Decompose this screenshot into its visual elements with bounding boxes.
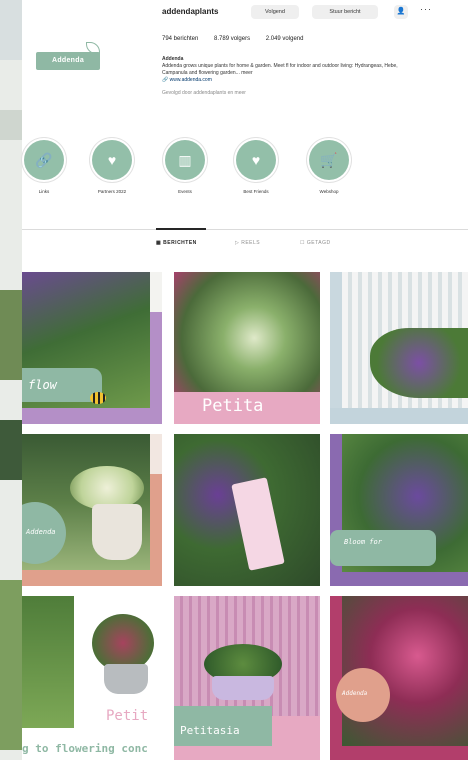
heart-icon: ♥ [251, 152, 261, 168]
post-accent [22, 570, 162, 586]
highlight-label: Partners 2022 [97, 189, 127, 194]
post-tile[interactable]: Petita [174, 272, 320, 424]
more-options-button[interactable]: ··· [420, 4, 432, 14]
story-highlights: 🔗 Links ♥ Partners 2022 ▥ Events ♥ Best … [22, 130, 468, 204]
post-tile[interactable]: Bloom for [330, 434, 468, 586]
post-overlay-text: flow [28, 378, 57, 392]
bee-icon [90, 392, 106, 404]
heart-icon: ♥ [107, 152, 117, 168]
highlight-label: Events [178, 189, 192, 194]
post-tile[interactable]: Petitasia [174, 596, 320, 760]
post-tile[interactable] [330, 272, 468, 424]
username: addendaplants [162, 7, 219, 16]
followed-by-text[interactable]: Gevolgd door addendaplants en meer [162, 90, 462, 97]
post-plant [370, 328, 468, 398]
tag-icon: ☐ [300, 240, 307, 246]
post-pot [92, 504, 142, 560]
bio-name: Addenda [162, 56, 184, 62]
post-accent [330, 408, 468, 424]
avatar-logo-text: Addenda [36, 52, 100, 70]
post-overlay-text: Bloom for [344, 538, 382, 546]
post-photo [22, 596, 74, 728]
posts-grid: flow Petita Addenda Bloom for Petit Peti… [22, 262, 468, 760]
post-tile[interactable]: Addenda [22, 434, 162, 586]
highlight-links[interactable]: 🔗 Links [14, 140, 74, 194]
message-button[interactable]: Stuur bericht [312, 5, 378, 19]
tab-active-indicator [156, 228, 206, 230]
post-label-box [330, 530, 436, 566]
post-overlay-text: Petit [106, 708, 149, 724]
post-pot [212, 676, 274, 700]
tab-tagged[interactable]: ☐ GETAGD [300, 240, 331, 246]
following-count[interactable]: 2.049 volgend [266, 36, 304, 42]
chart-icon: ▥ [178, 152, 192, 168]
bio-link[interactable]: 🔗 www.addenda.com [162, 77, 462, 84]
highlight-label: Webshop [319, 189, 339, 194]
add-user-icon: 👤 [396, 8, 406, 15]
tab-reels[interactable]: ▷ REELS [235, 240, 260, 246]
post-photo [174, 272, 320, 392]
tab-posts[interactable]: ▦ BERICHTEN [156, 240, 197, 246]
profile-stats: 794 berichten 8.789 volgers 2.049 volgen… [162, 36, 317, 42]
profile-header: Addenda addendaplants Volgend Stuur beri… [22, 0, 468, 128]
highlight-partners[interactable]: ♥ Partners 2022 [82, 140, 142, 194]
profile-bio: Addenda Addenda grows unique plants for … [162, 56, 462, 97]
highlight-label: Best Friends [243, 189, 269, 194]
bio-text-line-2[interactable]: Campanula and flowering garden... meer [162, 70, 462, 77]
post-pot [104, 664, 148, 694]
cart-icon: 🛒 [320, 152, 338, 168]
post-tile[interactable]: flow [22, 272, 162, 424]
post-accent [150, 474, 162, 586]
highlight-webshop[interactable]: 🛒 Webshop [299, 140, 359, 194]
highlight-label: Links [38, 189, 50, 194]
post-overlay-text: Petitasia [180, 724, 240, 737]
post-tile[interactable]: Petit [22, 596, 168, 760]
avatar[interactable]: Addenda [36, 40, 108, 76]
tab-divider [22, 229, 468, 230]
post-accent [22, 408, 162, 424]
post-overlay-text: Petita [202, 396, 264, 416]
link-icon: 🔗 [35, 152, 53, 168]
post-overlay-text: Addenda [26, 528, 56, 536]
highlight-best-friends[interactable]: ♥ Best Friends [226, 140, 286, 194]
add-user-button[interactable]: 👤 [394, 5, 408, 19]
post-caption-text: g to flowering conc [22, 742, 148, 755]
profile-tabs: ▦ BERICHTEN ▷ REELS ☐ GETAGD [22, 226, 468, 260]
post-tile[interactable]: Addenda [330, 596, 468, 760]
background-window-strip [0, 0, 22, 760]
link-icon: 🔗 [162, 77, 170, 83]
following-button[interactable]: Volgend [251, 5, 299, 19]
followers-count[interactable]: 8.789 volgers [214, 36, 250, 42]
bio-text-line-1: Addenda grows unique plants for home & g… [162, 63, 398, 69]
highlight-events[interactable]: ▥ Events [155, 140, 215, 194]
posts-count[interactable]: 794 berichten [162, 36, 198, 42]
post-overlay-text: Addenda [342, 690, 368, 697]
post-tile[interactable] [174, 434, 320, 586]
